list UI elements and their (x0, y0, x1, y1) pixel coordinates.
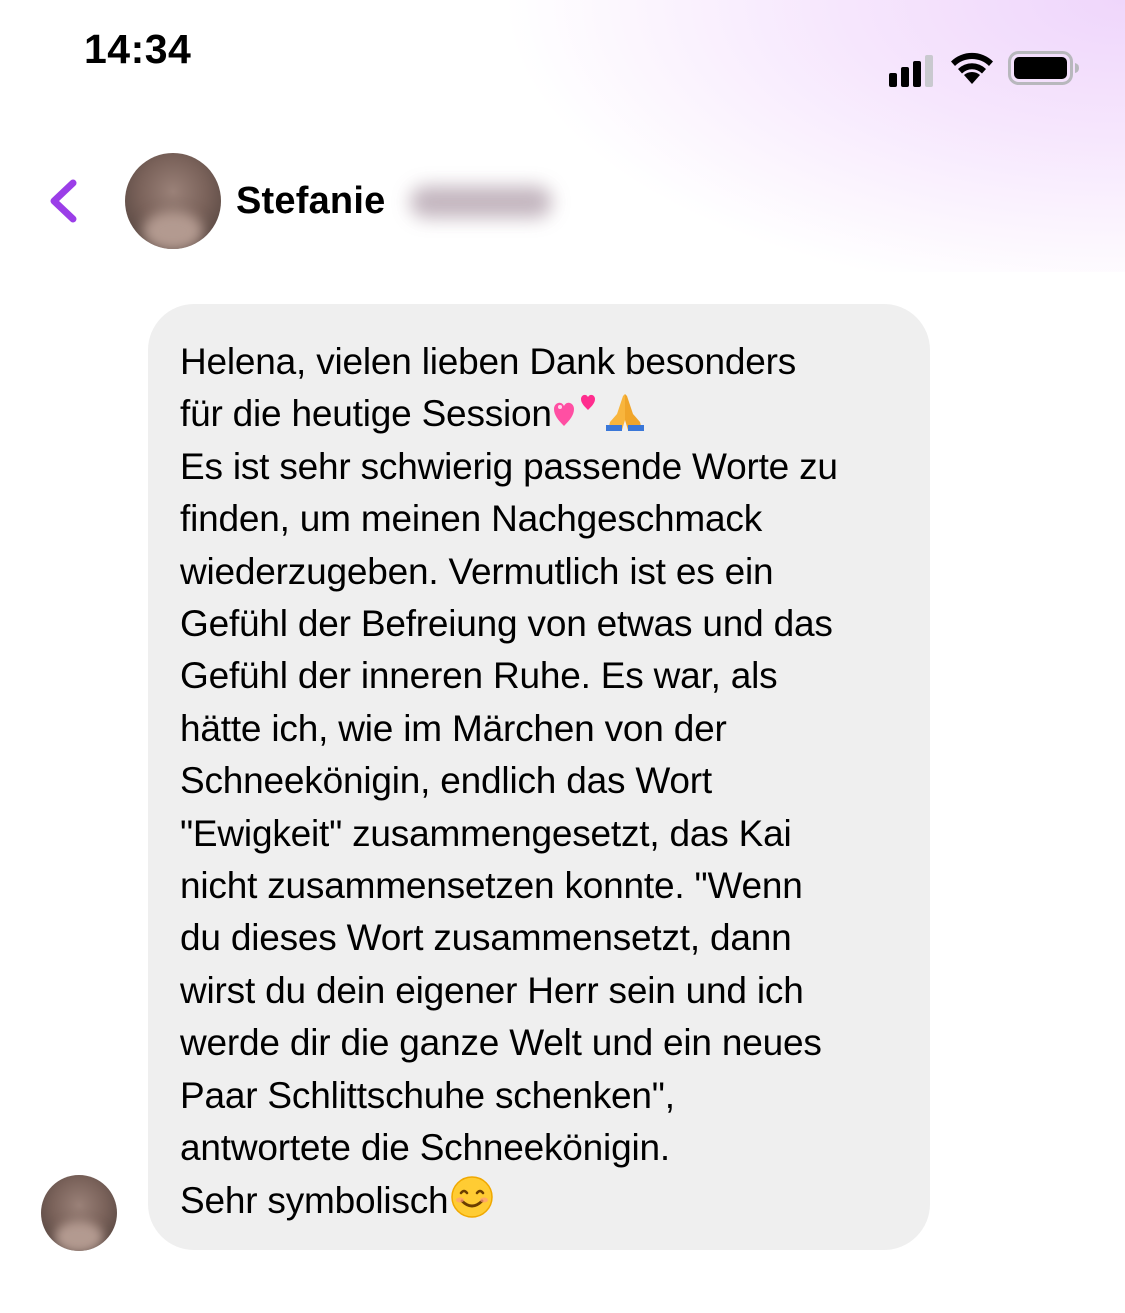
contact-surname-redacted (410, 186, 552, 218)
message-line: hätte ich, wie im Märchen von der (180, 707, 727, 749)
message-line: wirst du dein eigener Herr sein und ich (180, 969, 804, 1011)
status-time: 14:34 (84, 26, 192, 72)
message-line: antwortete die Schneekönigin. (180, 1127, 670, 1169)
message-line: finden, um meinen Nachgeschmack (180, 498, 762, 540)
wifi-icon (951, 52, 993, 84)
message-line: Sehr symbolisch (180, 1179, 449, 1221)
battery-icon (1008, 51, 1079, 85)
message-line: werde dir die ganze Welt und ein neues (180, 1022, 822, 1064)
message-line: Schneekönigin, endlich das Wort (180, 760, 712, 802)
message-line: nicht zusammensetzen konnte. "Wenn (180, 865, 803, 907)
message-line: wiederzugeben. Vermutlich ist es ein (180, 550, 774, 592)
contact-name[interactable]: Stefanie (236, 180, 385, 223)
smiling-face-icon (451, 1175, 494, 1218)
message-line: Helena, vielen lieben Dank besonders (180, 341, 797, 382)
message-line: Gefühl der Befreiung von etwas und das (180, 603, 833, 645)
message-line: Es ist sehr schwierig passende Worte zu (180, 445, 838, 487)
contact-avatar[interactable] (125, 153, 221, 249)
cellular-signal-icon (889, 55, 933, 87)
sender-avatar[interactable] (41, 1175, 117, 1251)
message-line: du dieses Wort zusammensetzt, dann (180, 917, 792, 959)
message-line: "Ewigkeit" zusammengesetzt, das Kai (180, 812, 792, 854)
message-text: Helena, vielen lieben Dank besonders für… (180, 336, 910, 1227)
message-line: Paar Schlittschuhe schenken", (180, 1074, 675, 1116)
message-line: Gefühl der inneren Ruhe. Es war, als (180, 655, 778, 697)
status-bar: 14:34 (0, 0, 1125, 110)
chevron-left-icon[interactable] (46, 178, 80, 224)
message-line-with-emoji: für die heutige Session (180, 388, 910, 440)
message-line: für die heutige Session (180, 393, 552, 435)
message-line-with-emoji: Sehr symbolisch (180, 1175, 910, 1227)
folded-hands-icon (605, 394, 644, 432)
two-hearts-icon (553, 395, 595, 427)
